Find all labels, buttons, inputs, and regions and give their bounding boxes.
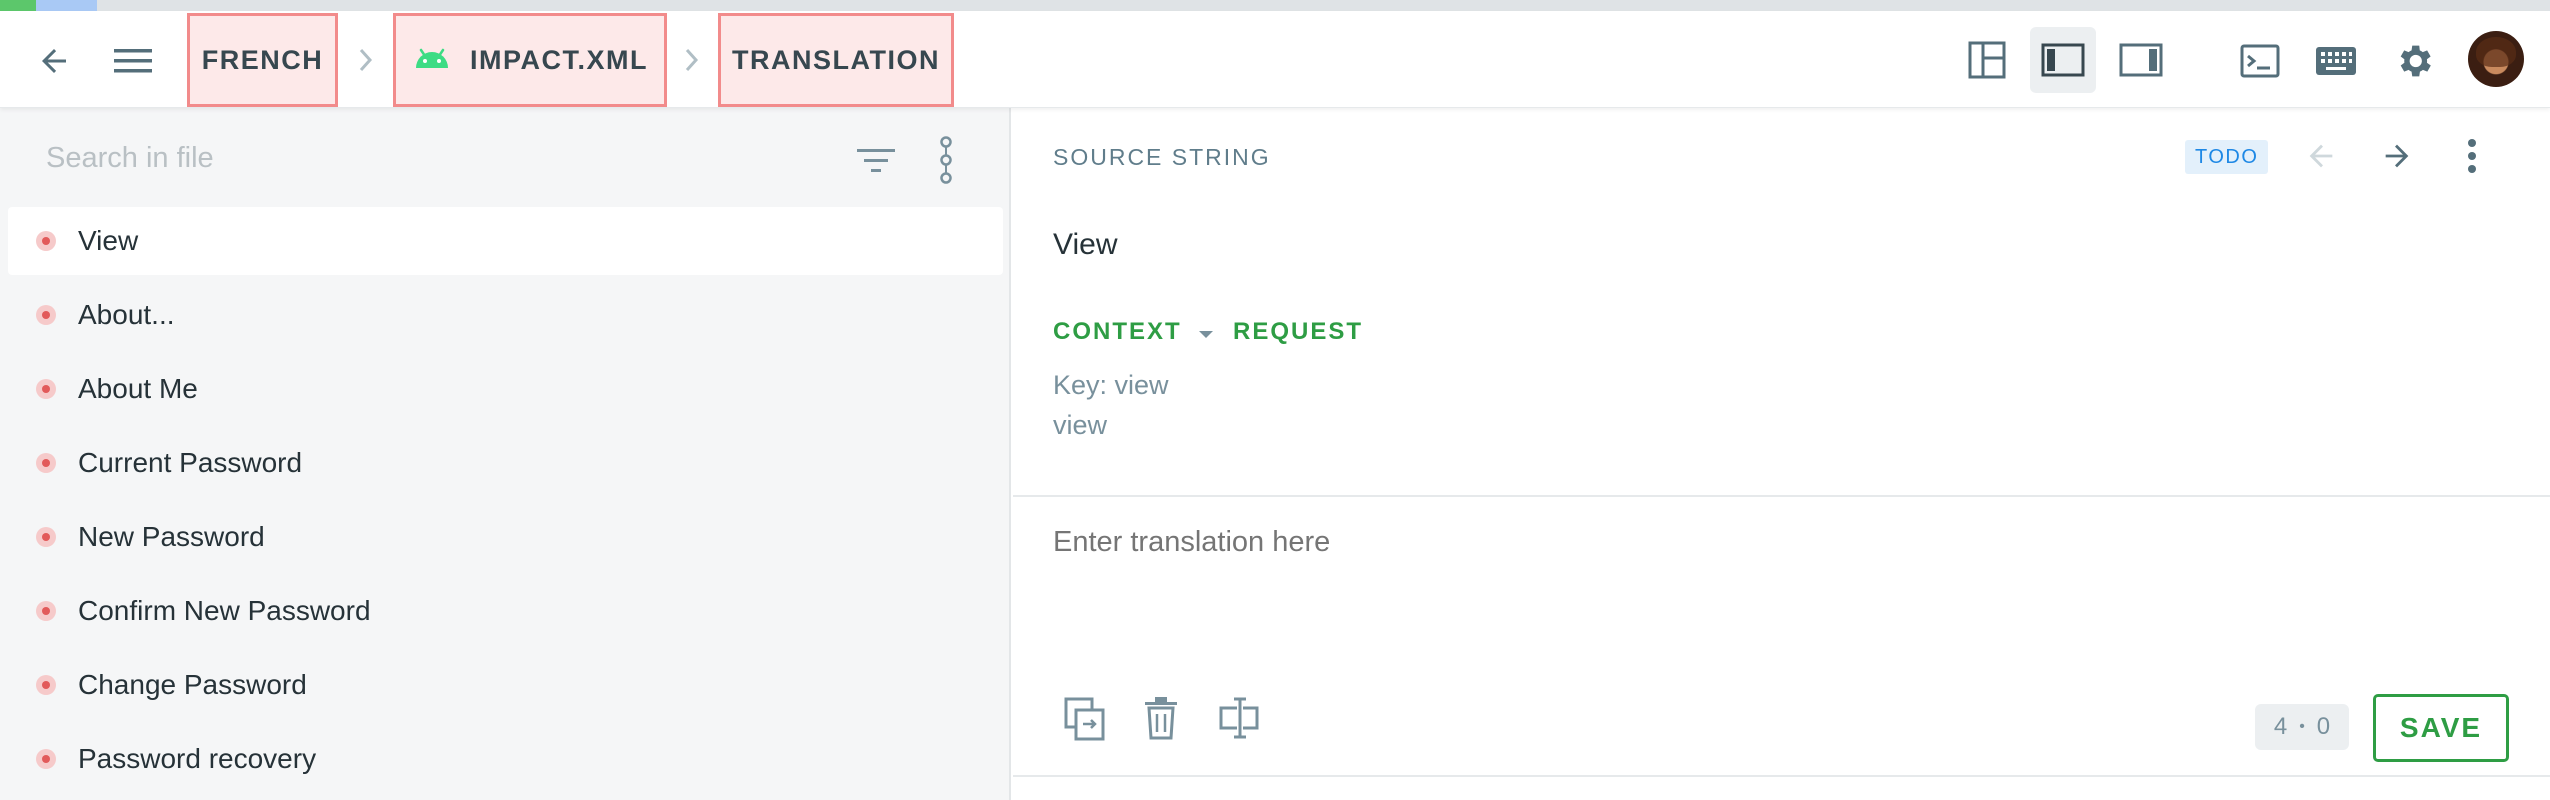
breadcrumb-language[interactable]: FRENCH bbox=[187, 13, 338, 107]
text-cursor-icon[interactable] bbox=[1219, 696, 1263, 745]
save-button[interactable]: SAVE bbox=[2373, 694, 2509, 762]
list-item-label: New Password bbox=[78, 521, 265, 552]
untranslated-status-icon bbox=[36, 379, 56, 399]
more-vertical-icon[interactable] bbox=[926, 134, 966, 186]
breadcrumb-file[interactable]: IMPACT.XML bbox=[393, 13, 667, 107]
list-item-label: Current Password bbox=[78, 447, 303, 478]
next-string-icon[interactable] bbox=[2375, 134, 2419, 178]
list-item[interactable]: Change Password bbox=[8, 651, 1003, 719]
untranslated-status-icon bbox=[36, 527, 56, 547]
list-item-label: Confirm New Password bbox=[78, 595, 371, 626]
list-item-label: Change Password bbox=[78, 669, 307, 700]
breadcrumb-mode[interactable]: TRANSLATION bbox=[718, 13, 954, 107]
list-item[interactable]: Password recovery bbox=[8, 725, 1003, 793]
source-string-text: View bbox=[1053, 228, 1118, 261]
section-title: SOURCE STRING bbox=[1053, 144, 1271, 170]
counter-separator: • bbox=[2299, 718, 2305, 735]
divider bbox=[1013, 495, 2550, 497]
untranslated-status-icon bbox=[36, 601, 56, 621]
chevron-right-icon bbox=[682, 47, 702, 78]
list-item[interactable]: About Me bbox=[8, 355, 1003, 423]
android-icon bbox=[412, 44, 452, 77]
string-list-panel: Search in file View About... About Me Cu… bbox=[0, 108, 1011, 800]
list-item[interactable]: Confirm New Password bbox=[8, 577, 1003, 645]
character-counter: 4 • 0 bbox=[2255, 704, 2349, 750]
progress-bar bbox=[0, 0, 2550, 11]
list-item-label: About... bbox=[78, 299, 175, 330]
list-item-label: About Me bbox=[78, 373, 198, 404]
sidebar-right-icon[interactable] bbox=[2108, 27, 2174, 93]
list-item[interactable]: New Password bbox=[8, 503, 1003, 571]
counter-left: 4 bbox=[2273, 713, 2288, 740]
tab-context-label: CONTEXT bbox=[1053, 318, 1182, 345]
caret-down-icon bbox=[1198, 319, 1214, 347]
counter-right: 0 bbox=[2316, 713, 2331, 740]
list-item-label: Password recovery bbox=[78, 743, 317, 774]
search-input[interactable]: Search in file bbox=[46, 142, 214, 175]
untranslated-status-icon bbox=[36, 453, 56, 473]
top-bar: FRENCH IMPACT.XML TRANSLATION bbox=[0, 11, 2550, 108]
list-item-label: View bbox=[78, 225, 139, 256]
list-item[interactable]: About... bbox=[8, 281, 1003, 349]
translation-input[interactable] bbox=[1053, 526, 2503, 559]
status-badge: TODO bbox=[2185, 140, 2269, 174]
untranslated-status-icon bbox=[36, 305, 56, 325]
progress-translated bbox=[0, 0, 36, 11]
terminal-icon[interactable] bbox=[2236, 41, 2284, 81]
tab-request[interactable]: REQUEST bbox=[1233, 318, 1363, 346]
context-key: Key: view bbox=[1053, 370, 1169, 400]
breadcrumb-mode-label: TRANSLATION bbox=[732, 44, 940, 75]
editor-panel: SOURCE STRING TODO View CONTEXT REQUEST … bbox=[1013, 108, 2550, 800]
breadcrumb-language-label: FRENCH bbox=[201, 44, 324, 75]
untranslated-status-icon bbox=[36, 749, 56, 769]
menu-icon[interactable] bbox=[110, 41, 156, 81]
previous-string-icon[interactable] bbox=[2299, 134, 2343, 178]
layout-icon[interactable] bbox=[1954, 27, 2020, 93]
context-value: view bbox=[1053, 410, 1108, 440]
sidebar-left-icon[interactable] bbox=[2030, 27, 2096, 93]
list-item[interactable]: View bbox=[8, 207, 1003, 275]
untranslated-status-icon bbox=[36, 231, 56, 251]
gear-icon[interactable] bbox=[2390, 39, 2438, 83]
filter-icon[interactable] bbox=[854, 138, 898, 182]
list-item[interactable]: Current Password bbox=[8, 429, 1003, 497]
untranslated-status-icon bbox=[36, 675, 56, 695]
progress-reviewed bbox=[36, 0, 97, 11]
copy-source-icon[interactable] bbox=[1063, 696, 1107, 747]
avatar[interactable] bbox=[2468, 31, 2524, 87]
breadcrumb-file-label: IMPACT.XML bbox=[470, 44, 648, 75]
back-arrow-icon[interactable] bbox=[30, 41, 78, 81]
trash-icon[interactable] bbox=[1143, 696, 1179, 745]
more-options-icon[interactable] bbox=[2457, 132, 2487, 180]
keyboard-icon[interactable] bbox=[2312, 41, 2360, 81]
chevron-right-icon bbox=[356, 47, 376, 78]
tab-context[interactable]: CONTEXT bbox=[1053, 318, 1214, 347]
divider bbox=[1013, 775, 2550, 777]
